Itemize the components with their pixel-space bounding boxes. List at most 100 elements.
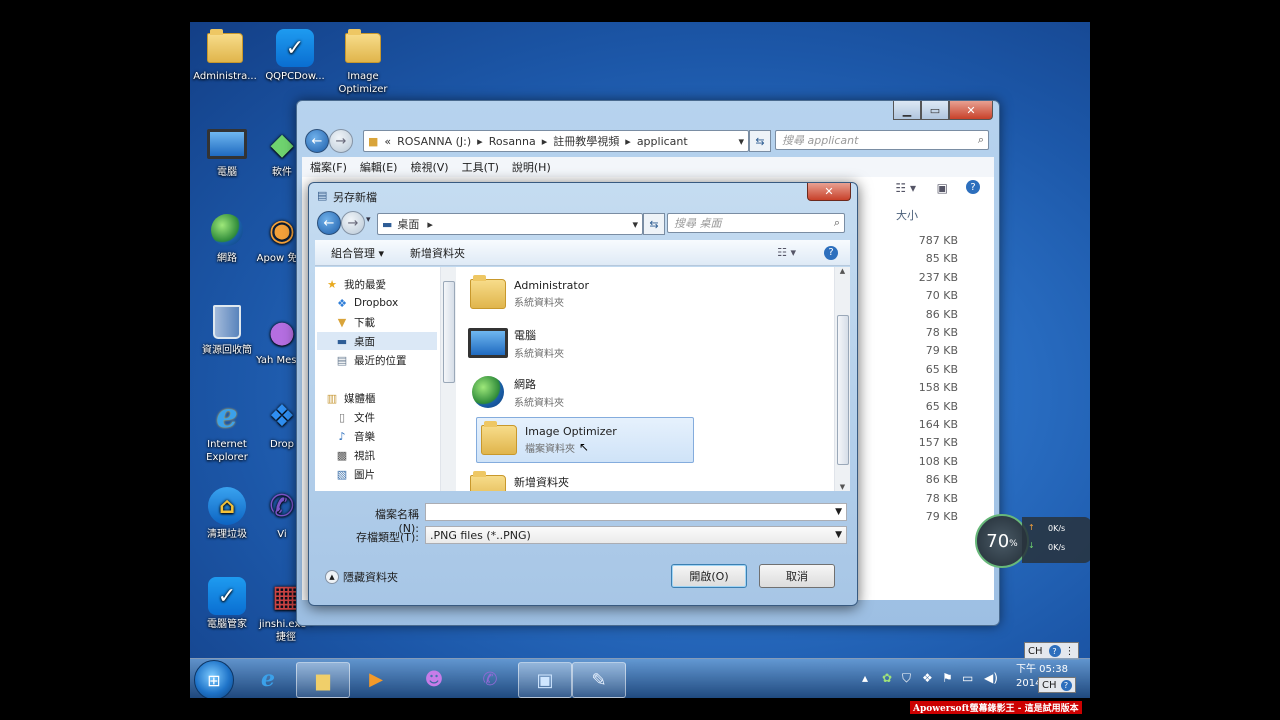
size-cell: 86 KB — [925, 307, 958, 321]
music-icon: ♪ — [338, 429, 346, 443]
address-bar[interactable]: ■ « ROSANNA (J:) ▸ Rosanna ▸ 註冊教學視頻 ▸ ap… — [363, 130, 749, 152]
nav-scrollbar[interactable] — [440, 267, 456, 491]
tray-app-icon[interactable]: ✿ — [882, 671, 892, 685]
dialog-back-button[interactable]: ← — [317, 211, 341, 235]
breadcrumb-rosanna[interactable]: Rosanna — [489, 135, 536, 148]
tray-display-icon[interactable]: ▭ — [962, 671, 973, 685]
nav-libraries[interactable]: ▥ 媒體櫃 — [325, 389, 449, 407]
back-button[interactable]: ← — [305, 129, 329, 153]
menu-help[interactable]: 說明(H) — [512, 159, 551, 175]
folder-icon: ▆ — [316, 669, 330, 691]
view-options-button[interactable]: ☷ ▾ — [895, 181, 916, 195]
downloads-folder-icon: ▼ — [337, 315, 347, 329]
menu-edit[interactable]: 編輯(E) — [360, 159, 398, 175]
content-scrollbar[interactable]: ▲ ▼ — [834, 267, 850, 491]
dialog-search-input[interactable]: 搜尋 桌面 ⌕ — [667, 213, 845, 233]
breadcrumb-tutorial[interactable]: 註冊教學視頻 — [553, 133, 619, 149]
menu-file[interactable]: 檔案(F) — [310, 159, 347, 175]
folder-icon — [468, 470, 508, 491]
dialog-title: 另存新檔 — [333, 191, 377, 204]
start-button[interactable]: ⊞ — [194, 660, 234, 698]
cpu-gauge[interactable]: 70% — [975, 514, 1029, 568]
breadcrumb-drive[interactable]: ROSANNA (J:) — [397, 135, 471, 148]
nav-scrollbar-thumb[interactable] — [443, 281, 455, 383]
hide-folders-toggle[interactable]: ▲ 隱藏資料夾 — [325, 569, 398, 585]
nav-favorites[interactable]: ★ 我的最愛 — [325, 275, 449, 293]
chevron-right-icon: ▸ — [625, 134, 631, 148]
help-icon[interactable]: ? — [824, 245, 838, 260]
list-item-network[interactable]: 網路 系統資料夾 — [468, 369, 688, 415]
chevron-down-icon[interactable]: ▼ — [835, 507, 842, 517]
dialog-address-bar[interactable]: ▬ 桌面 ▸ ▾ — [377, 213, 643, 235]
size-column-header[interactable]: 大小 — [896, 207, 918, 223]
help-icon: ? — [1048, 645, 1061, 657]
chevron-down-icon[interactable]: ▾ — [632, 218, 638, 231]
taskbar-media-player[interactable]: ▶ — [350, 662, 402, 696]
organize-button[interactable]: 組合管理 ▾ — [331, 245, 384, 261]
breadcrumb-applicant[interactable]: applicant — [637, 135, 688, 148]
forward-button[interactable]: → — [329, 129, 353, 153]
file-name-input[interactable]: ▼ — [425, 503, 847, 521]
broom-icon: ⌂ — [205, 486, 249, 526]
nav-desktop[interactable]: ▬ 桌面 — [317, 332, 437, 350]
menu-view[interactable]: 檢視(V) — [410, 159, 448, 175]
taskbar-image-optimizer[interactable]: ✎ — [572, 662, 626, 698]
options-icon: ⋮ — [1064, 645, 1075, 657]
list-item-administrator[interactable]: Administrator 系統資料夾 — [468, 271, 688, 317]
play-icon: ▶ — [369, 668, 383, 690]
help-icon[interactable]: ? — [966, 180, 980, 194]
list-item-new-folder[interactable]: 新增資料夾檔案資料夾 — [468, 467, 688, 491]
messenger-icon: ☻ — [424, 668, 444, 690]
viber-icon: ✆ — [482, 668, 498, 690]
open-button[interactable]: 開啟(O) — [671, 564, 747, 588]
size-cell: 85 KB — [925, 252, 958, 266]
search-input[interactable]: 搜尋 applicant ⌕ — [775, 130, 989, 150]
taskbar-language-bar[interactable]: CH ? — [1038, 677, 1076, 693]
size-cell: 78 KB — [925, 326, 958, 339]
preview-pane-icon[interactable]: ▣ — [937, 181, 948, 195]
view-options-button[interactable]: ☷ ▾ — [777, 246, 796, 259]
chevron-right-icon: ▸ — [477, 134, 483, 148]
taskbar-remote[interactable]: ▣ — [518, 662, 572, 698]
file-type-select[interactable]: .PNG files (*..PNG) ▼ — [425, 526, 847, 544]
taskbar-viber[interactable]: ✆ — [464, 662, 516, 696]
content-scrollbar-thumb[interactable] — [837, 315, 849, 465]
taskbar-messenger[interactable]: ☻ — [408, 662, 460, 696]
desktop-icon-administrator[interactable]: Administra... — [190, 28, 260, 83]
menu-bar: 檔案(F) 編輯(E) 檢視(V) 工具(T) 說明(H) — [302, 157, 994, 177]
desktop-icon-qqpcdownload[interactable]: ✓ QQPCDow... — [260, 28, 330, 83]
cancel-button[interactable]: 取消 — [759, 564, 835, 588]
desktop-icon-qq-pc-manager[interactable]: ✓ 電腦管家 — [192, 576, 262, 631]
dialog-forward-button[interactable]: → — [341, 211, 365, 235]
volume-icon[interactable]: ◀) — [984, 671, 998, 685]
tray-dropbox-icon[interactable]: ❖ — [922, 671, 933, 685]
star-icon: ★ — [327, 277, 337, 291]
file-type-label: 存檔類型(T): — [355, 531, 419, 544]
desktop-icon-image-optimizer[interactable]: Image Optimizer — [328, 28, 398, 96]
maximize-button[interactable]: ▭ — [921, 101, 949, 120]
chevron-down-icon[interactable]: ▾ — [738, 135, 744, 148]
list-item-computer[interactable]: 電腦 系統資料夾 — [468, 320, 688, 366]
size-cell: 70 KB — [925, 289, 958, 303]
file-list: Administrator 系統資料夾 電腦 系統資料夾 網路 系統資料夾 Image… — [456, 267, 850, 491]
dialog-refresh-button[interactable]: ⇆ — [643, 213, 665, 235]
tray-flag-icon[interactable]: ⚑ — [942, 671, 953, 685]
taskbar-ie[interactable]: e — [242, 662, 294, 696]
tray-expand-icon[interactable]: ▴ — [862, 671, 868, 685]
menu-tools[interactable]: 工具(T) — [462, 159, 499, 175]
size-cell: 164 KB — [918, 418, 958, 431]
scroll-down-icon[interactable]: ▼ — [835, 483, 850, 491]
taskbar-explorer[interactable]: ▆ — [296, 662, 350, 698]
scroll-up-icon[interactable]: ▲ — [835, 267, 850, 275]
recent-locations-icon[interactable]: ▾ — [366, 215, 371, 225]
breadcrumb-desktop[interactable]: 桌面 — [397, 216, 419, 232]
upload-arrow-icon: ↑ — [1028, 523, 1035, 532]
close-button[interactable]: ✕ — [949, 101, 993, 120]
new-folder-button[interactable]: 新增資料夾 — [410, 245, 465, 261]
help-icon: ? — [1060, 679, 1072, 691]
tray-shield-icon[interactable]: ⛉ — [902, 671, 911, 686]
minimize-button[interactable]: ▁ — [893, 101, 921, 120]
dialog-close-button[interactable]: ✕ — [807, 183, 851, 201]
list-item-image-optimizer[interactable]: Image Optimizer 檔案資料夾 ↖ — [476, 417, 694, 463]
refresh-button[interactable]: ⇆ — [749, 130, 771, 152]
